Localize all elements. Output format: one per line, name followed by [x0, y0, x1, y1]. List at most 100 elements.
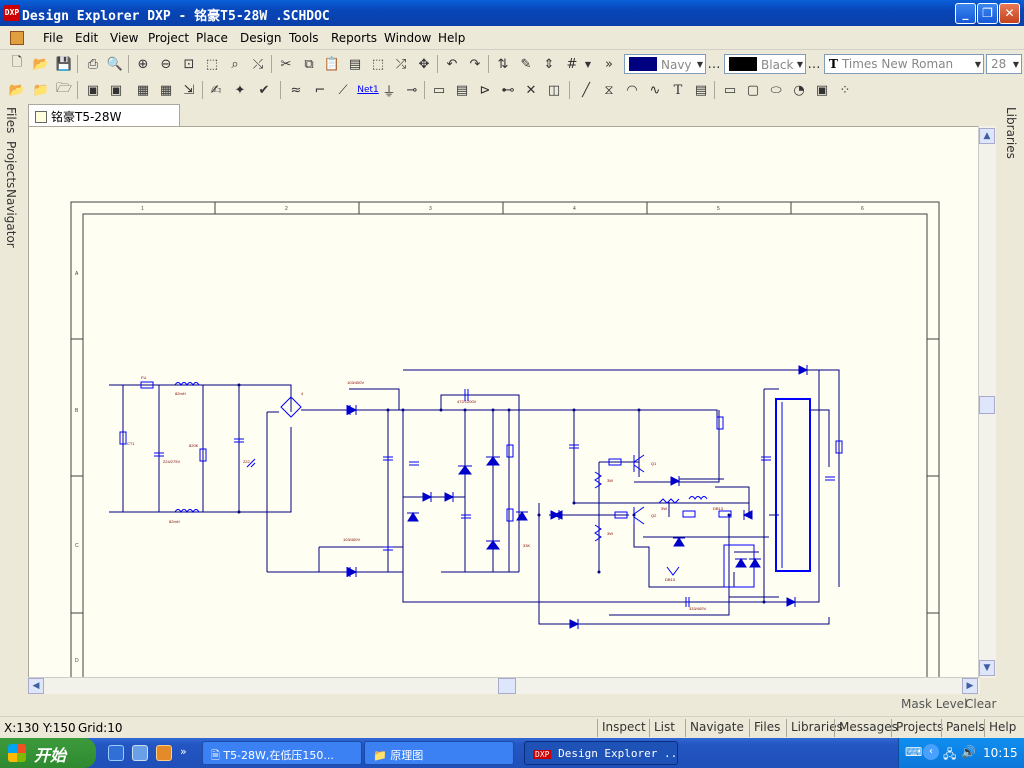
array-paste-icon[interactable]: ⁘ — [836, 81, 854, 99]
pcb-directive-icon[interactable]: ◫ — [545, 81, 563, 99]
grid-icon[interactable]: # — [563, 55, 581, 73]
undo-icon[interactable]: ↶ — [443, 55, 461, 73]
text-string-icon[interactable]: T — [669, 81, 687, 99]
scroll-left-icon[interactable]: ◀ — [28, 678, 44, 694]
clear-button[interactable]: Clear — [962, 696, 999, 714]
compile-icon[interactable]: ▣ — [84, 81, 102, 99]
graphic-icon[interactable]: ▣ — [813, 81, 831, 99]
taskbar-item-dxp[interactable]: DXP Design Explorer ... — [524, 741, 678, 765]
border-color-more-icon[interactable]: … — [808, 55, 821, 73]
annotate-icon[interactable]: ✍ — [207, 81, 225, 99]
zoom-fit-icon[interactable]: ⊡ — [180, 55, 198, 73]
cut-icon[interactable]: ✂ — [277, 55, 295, 73]
bus-entry-icon[interactable]: ⟋ — [334, 81, 352, 99]
print-preview-icon[interactable]: 🔍 — [106, 55, 124, 73]
clear-filter-icon[interactable]: ⤯ — [249, 55, 267, 73]
place-bus-icon[interactable]: ⌐ — [311, 81, 329, 99]
ellipse-icon[interactable]: ⬭ — [767, 81, 785, 99]
document-tab[interactable]: 铭豪T5-28W .SCHDOC — [28, 104, 180, 139]
menu-project[interactable]: Project — [148, 31, 189, 45]
zoom-area-icon[interactable]: ⬚ — [203, 55, 221, 73]
library-icon[interactable]: ▦ — [134, 81, 152, 99]
rounded-rectangle-icon[interactable]: ▢ — [744, 81, 762, 99]
schematic-drawing[interactable]: 1 2 3 4 5 6 A B C D FU 82mH 82mH 224/275… — [29, 127, 980, 678]
tray-expand-icon[interactable]: ‹ — [923, 744, 939, 760]
pie-chart-icon[interactable]: ◔ — [790, 81, 808, 99]
sheet-symbol-icon[interactable]: ▤ — [453, 81, 471, 99]
validate-icon[interactable]: ✔ — [255, 81, 273, 99]
fill-color-more-icon[interactable]: … — [708, 55, 721, 73]
menu-view[interactable]: View — [110, 31, 138, 45]
libraries-panel-tab[interactable]: Libraries — [1004, 107, 1018, 159]
select-area-icon[interactable]: ⬚ — [369, 55, 387, 73]
zoom-out-icon[interactable]: ⊖ — [157, 55, 175, 73]
print-icon[interactable]: ⎙ — [84, 55, 102, 73]
panel-panels-button[interactable]: Panels — [941, 719, 989, 737]
menu-help[interactable]: Help — [438, 31, 465, 45]
new-icon[interactable]: 🗋 — [8, 55, 26, 73]
document-menu-icon[interactable] — [10, 31, 24, 45]
keyboard-icon[interactable]: ⌨ — [905, 745, 922, 759]
line-icon[interactable]: ╱ — [577, 81, 595, 99]
vcc-port-icon[interactable]: ⊸ — [403, 81, 421, 99]
menu-tools[interactable]: Tools — [289, 31, 319, 45]
paste-icon[interactable]: 📋 — [323, 55, 341, 73]
zoom-in-icon[interactable]: ⊕ — [134, 55, 152, 73]
fill-color-combo[interactable]: Navy ▼ — [624, 54, 706, 74]
compile-project-icon[interactable]: ▣ — [107, 81, 125, 99]
move-icon[interactable]: ✥ — [415, 55, 433, 73]
polygon-icon[interactable]: ⧖ — [600, 81, 618, 99]
open-icon[interactable]: 📂 — [32, 55, 50, 73]
start-button[interactable]: 开始 — [0, 738, 96, 768]
menu-window[interactable]: Window — [384, 31, 431, 45]
horizontal-scroll-thumb[interactable] — [498, 678, 516, 694]
volume-icon[interactable]: 🔊 — [961, 745, 976, 759]
menu-file[interactable]: File — [43, 31, 63, 45]
components-icon[interactable]: ✦ — [231, 81, 249, 99]
gnd-port-icon[interactable]: ⏚ — [380, 81, 398, 100]
zoom-selected-icon[interactable]: ⌕ — [226, 55, 244, 73]
taskbar-item-word[interactable]: 🗎 T5-28W,在低压150... — [202, 741, 362, 765]
panel-files-button[interactable]: Files — [749, 719, 784, 737]
menu-design[interactable]: Design — [240, 31, 281, 45]
panel-projects-button[interactable]: Projects — [891, 719, 947, 737]
ie-quicklaunch-icon[interactable] — [108, 745, 124, 761]
grid-dropdown-icon[interactable]: ▼ — [582, 55, 594, 73]
scroll-up-icon[interactable]: ▲ — [979, 128, 995, 144]
copy-icon[interactable]: ⧉ — [300, 55, 318, 73]
export-icon[interactable]: ⇲ — [180, 81, 198, 99]
menu-edit[interactable]: Edit — [75, 31, 98, 45]
no-erc-icon[interactable]: ✕ — [522, 81, 540, 99]
network-icon[interactable]: 🖧 — [943, 745, 956, 766]
mask-level-button[interactable]: Mask Level — [898, 696, 970, 714]
schematic-canvas[interactable]: 1 2 3 4 5 6 A B C D FU 82mH 82mH 224/275… — [28, 126, 980, 678]
scroll-down-icon[interactable]: ▼ — [979, 660, 995, 676]
menu-place[interactable]: Place — [196, 31, 228, 45]
cross-probe-icon[interactable]: ✎ — [517, 55, 535, 73]
rectangle-icon[interactable]: ▭ — [721, 81, 739, 99]
scroll-right-icon[interactable]: ▶ — [962, 678, 978, 694]
vertical-scrollbar[interactable]: ▲ ▼ — [978, 126, 996, 678]
text-frame-icon[interactable]: ▤ — [692, 81, 710, 99]
vertical-scroll-thumb[interactable] — [979, 396, 995, 414]
navigator-panel-tab[interactable]: Navigator — [4, 189, 18, 248]
library-browse-icon[interactable]: ▦ — [157, 81, 175, 99]
open-folder-icon[interactable]: 📁 — [32, 81, 50, 99]
redo-icon[interactable]: ↷ — [466, 55, 484, 73]
horizontal-scrollbar[interactable]: ◀ ▶ — [28, 677, 980, 694]
folder-add-icon[interactable]: 🗁 — [55, 81, 73, 99]
deselect-icon[interactable]: ⤮ — [392, 55, 410, 73]
media-quicklaunch-icon[interactable] — [156, 745, 172, 761]
font-size-combo[interactable]: 28 ▼ — [986, 54, 1022, 74]
panel-inspect-button[interactable]: Inspect — [597, 719, 650, 737]
port-icon[interactable]: ⊷ — [499, 81, 517, 99]
rubber-stamp-icon[interactable]: ▤ — [346, 55, 364, 73]
toolbar-overflow-icon[interactable]: » — [600, 55, 618, 73]
close-button[interactable]: ✕ — [999, 3, 1020, 24]
minimize-button[interactable]: _ — [955, 3, 976, 24]
projects-panel-tab[interactable]: Projects — [4, 141, 18, 188]
font-combo[interactable]: T Times New Roman ▼ — [824, 54, 984, 74]
place-part-icon[interactable]: ▭ — [430, 81, 448, 99]
hierarchy-icon[interactable]: ⇅ — [494, 55, 512, 73]
arc-icon[interactable]: ◠ — [623, 81, 641, 99]
